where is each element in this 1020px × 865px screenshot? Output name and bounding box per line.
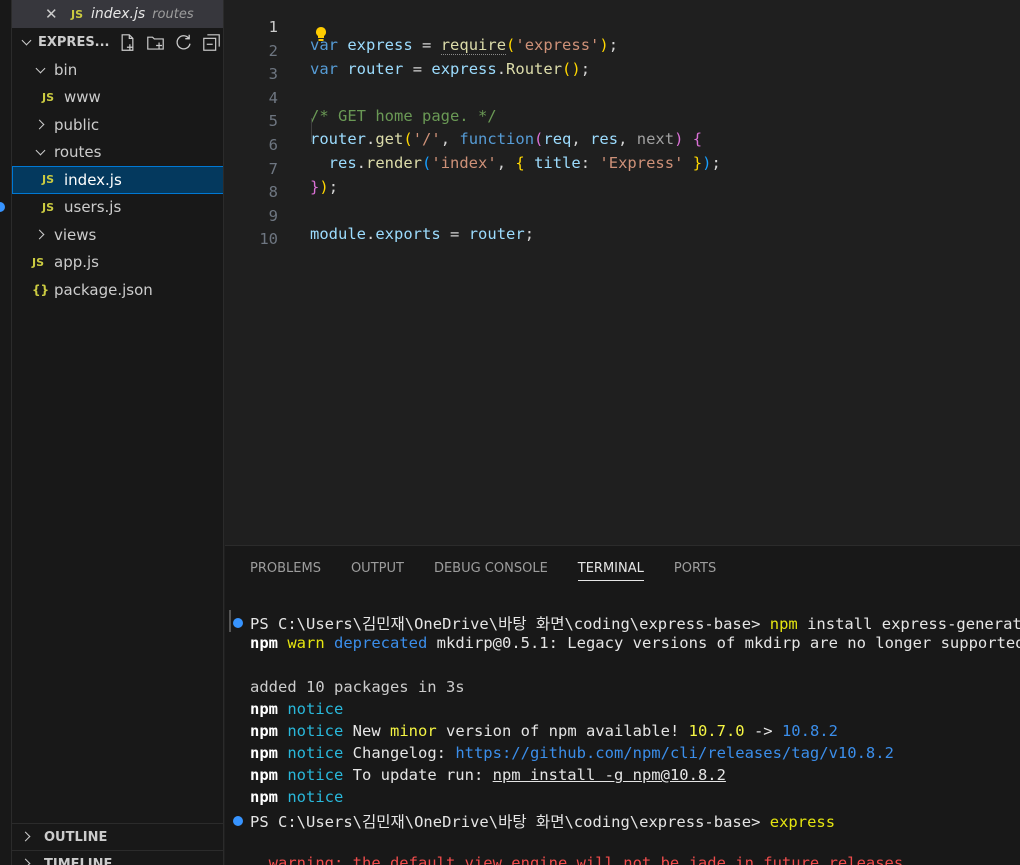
js-file-icon: JS: [42, 200, 55, 214]
tree-item-label: users.js: [64, 198, 122, 217]
lightbulb-icon[interactable]: [314, 26, 328, 42]
code-editor[interactable]: 1 var express = require('express'); 2 va…: [225, 0, 1020, 545]
command-success-dot[interactable]: [233, 618, 243, 628]
code-line: 4 /* GET home page. */: [225, 71, 1020, 125]
tree-folder-public[interactable]: public: [12, 111, 223, 139]
js-file-icon: JS: [71, 7, 84, 21]
timeline-section-header[interactable]: TIMELINE: [12, 850, 223, 865]
panel-tabs: PROBLEMS OUTPUT DEBUG CONSOLE TERMINAL P…: [225, 546, 1020, 590]
terminal-line: added 10 packages in 3s: [250, 678, 465, 696]
tree-file-users-js[interactable]: JS users.js: [12, 194, 223, 222]
open-editor-item[interactable]: ✕ JS index.js routes: [12, 0, 223, 28]
tree-item-label: app.js: [54, 253, 99, 272]
command-mark: [229, 610, 231, 632]
code-line: 7 });: [225, 142, 1020, 196]
terminal-line: npm notice To update run: npm install -g…: [250, 766, 726, 784]
code-line: 2 var router = express.Router();: [225, 24, 1020, 78]
chevron-down-icon: [34, 145, 48, 159]
chevron-right-icon: [34, 118, 48, 132]
outline-label: OUTLINE: [44, 829, 108, 845]
open-editor-filename: index.js: [91, 6, 146, 22]
chevron-right-icon: [20, 857, 34, 865]
new-folder-icon[interactable]: [146, 33, 165, 52]
tree-item-label: views: [54, 225, 97, 244]
tree-item-label: package.json: [54, 280, 153, 299]
tree-folder-bin[interactable]: bin: [12, 56, 223, 84]
tree-folder-views[interactable]: views: [12, 221, 223, 249]
terminal-line: warning: the default view engine will no…: [250, 854, 904, 865]
terminal-line: npm notice: [250, 788, 344, 806]
tab-problems[interactable]: PROBLEMS: [250, 546, 321, 590]
tree-file-package-json[interactable]: {} package.json: [12, 276, 223, 304]
outline-section-header[interactable]: OUTLINE: [12, 823, 223, 850]
tab-ports[interactable]: PORTS: [674, 546, 716, 590]
new-file-icon[interactable]: [118, 33, 137, 52]
code-line: 5 router.get('/', function(req, res, nex…: [225, 94, 1020, 148]
bottom-panel: PROBLEMS OUTPUT DEBUG CONSOLE TERMINAL P…: [225, 545, 1020, 865]
command-success-dot[interactable]: [233, 816, 243, 826]
code-line: 1 var express = require('express');: [225, 0, 1020, 55]
chevron-down-icon: [20, 35, 34, 49]
collapse-all-icon[interactable]: [202, 33, 221, 52]
file-tree: bin JS www public routes JS index.js JS …: [12, 56, 223, 304]
tree-item-label: bin: [54, 60, 78, 79]
tree-file-app-js[interactable]: JS app.js: [12, 249, 223, 277]
tree-item-label: www: [64, 88, 101, 107]
timeline-label: TIMELINE: [44, 856, 113, 865]
code-line: 10: [225, 212, 1020, 248]
close-icon[interactable]: ✕: [45, 5, 61, 23]
chevron-down-icon: [34, 63, 48, 77]
tree-item-label: public: [54, 115, 100, 134]
code-line: 8: [225, 165, 1020, 201]
tree-file-www[interactable]: JS www: [12, 84, 223, 112]
update-command-link[interactable]: npm install -g npm@10.8.2: [493, 766, 726, 784]
js-file-icon: JS: [42, 90, 55, 104]
project-name: EXPRES...: [38, 34, 110, 50]
indent-guide: [311, 118, 312, 142]
open-editor-dir: routes: [152, 6, 194, 22]
refresh-icon[interactable]: [174, 33, 193, 52]
tree-folder-routes[interactable]: routes: [12, 139, 223, 167]
activity-bar: [0, 0, 12, 865]
code-line: 9 module.exports = router;: [225, 189, 1020, 243]
terminal-line: npm warn deprecated mkdirp@0.5.1: Legacy…: [250, 634, 1020, 652]
code-line: 3: [225, 47, 1020, 83]
terminal-line: PS C:\Users\김민재\OneDrive\바탕 화면\coding\ex…: [250, 615, 1020, 633]
explorer-sidebar: ✕ JS index.js routes EXPRES... bin JS ww…: [12, 0, 224, 865]
chevron-right-icon: [20, 830, 34, 844]
json-file-icon: {}: [32, 282, 50, 297]
js-file-icon: JS: [32, 255, 45, 269]
tab-output[interactable]: OUTPUT: [351, 546, 404, 590]
terminal-line: PS C:\Users\김민재\OneDrive\바탕 화면\coding\ex…: [250, 813, 836, 831]
js-file-icon: JS: [42, 173, 55, 187]
project-header[interactable]: EXPRES...: [12, 28, 223, 56]
tree-item-label: index.js: [64, 170, 122, 189]
tree-file-index-js[interactable]: JS index.js: [12, 166, 223, 194]
terminal-line: npm notice Changelog: https://github.com…: [250, 744, 894, 762]
chevron-right-icon: [34, 228, 48, 242]
line-number: 10: [259, 230, 278, 249]
tab-debug-console[interactable]: DEBUG CONSOLE: [434, 546, 548, 590]
tree-item-label: routes: [54, 143, 102, 162]
terminal-line: npm notice: [250, 700, 344, 718]
terminal-line: npm notice New minor version of npm avai…: [250, 722, 838, 740]
tab-terminal[interactable]: TERMINAL: [577, 546, 645, 590]
changelog-link[interactable]: https://github.com/npm/cli/releases/tag/…: [455, 744, 894, 762]
code-line: 6 res.render('index', { title: 'Express'…: [225, 118, 1020, 172]
